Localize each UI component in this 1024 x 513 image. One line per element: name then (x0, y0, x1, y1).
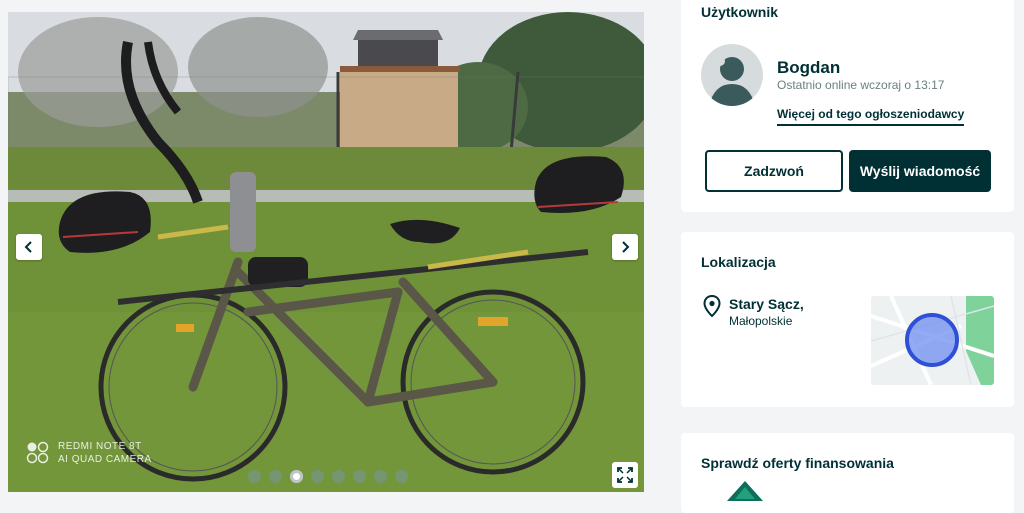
listing-photo[interactable] (8, 12, 644, 492)
location-card-title: Lokalizacja (701, 254, 776, 270)
camera-watermark: REDMI NOTE 8T AI QUAD CAMERA (26, 440, 152, 466)
slide-dot-1[interactable] (248, 470, 261, 483)
slide-dot-2[interactable] (269, 470, 282, 483)
financing-card-title: Sprawdź oferty finansowania (701, 455, 894, 471)
chevron-right-icon (622, 241, 630, 253)
send-message-button[interactable]: Wyślij wiadomość (849, 150, 991, 192)
user-card: Użytkownik Bogdan Ostatnio online wczora… (681, 0, 1014, 212)
next-photo-button[interactable] (612, 234, 638, 260)
previous-photo-button[interactable] (16, 234, 42, 260)
more-from-seller-link[interactable]: Więcej od tego ogłoszeniodawcy (777, 107, 965, 126)
location-card: Lokalizacja Stary Sącz, Małopolskie (681, 232, 1014, 407)
expand-icon (617, 467, 633, 483)
slide-dot-6[interactable] (353, 470, 366, 483)
call-button[interactable]: Zadzwoń (705, 150, 843, 192)
user-card-title: Użytkownik (701, 4, 779, 20)
user-name: Bogdan (777, 58, 841, 77)
avatar[interactable] (701, 44, 763, 106)
financing-logo-icon (727, 481, 763, 501)
watermark-line-2: AI QUAD CAMERA (58, 454, 152, 465)
slide-dot-3[interactable] (290, 470, 303, 483)
slide-dot-4[interactable] (311, 470, 324, 483)
location-map[interactable] (871, 296, 994, 385)
fullscreen-button[interactable] (612, 462, 638, 488)
camera-watermark-logo-icon (26, 441, 49, 464)
chevron-left-icon (24, 241, 32, 253)
slide-dot-8[interactable] (395, 470, 408, 483)
watermark-line-1: REDMI NOTE 8T (58, 441, 142, 452)
financing-card: Sprawdź oferty finansowania (681, 433, 1014, 513)
location-city: Stary Sącz, (729, 296, 804, 312)
location-pin-icon (703, 295, 721, 317)
slide-dot-5[interactable] (332, 470, 345, 483)
location-region: Małopolskie (729, 314, 793, 328)
slide-dot-7[interactable] (374, 470, 387, 483)
slide-dots (248, 470, 408, 483)
last-online-text: Ostatnio online wczoraj o 13:17 (777, 78, 945, 92)
photo-gallery[interactable]: REDMI NOTE 8T AI QUAD CAMERA (8, 12, 644, 492)
